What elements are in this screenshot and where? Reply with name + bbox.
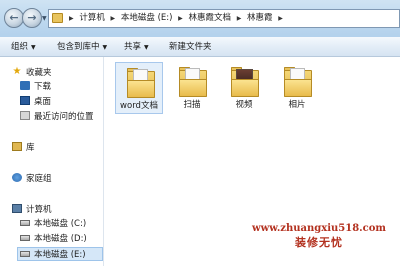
nav-desktop-label: 桌面 <box>34 97 52 107</box>
organize-menu[interactable]: 组织 ▼ <box>11 37 36 57</box>
include-in-library-menu[interactable]: 包含到库中 ▼ <box>57 37 107 57</box>
breadcrumb-separator-icon[interactable]: ▶ <box>69 10 74 27</box>
watermark-brand: 装修无忧 <box>295 236 343 249</box>
breadcrumb-drive-e[interactable]: 本地磁盘 (E:) <box>121 10 173 27</box>
share-label: 共享 <box>124 42 142 52</box>
library-icon <box>12 142 22 151</box>
back-arrow-icon: ← <box>9 11 19 24</box>
nav-favorites[interactable]: ★ 收藏夹 <box>12 66 52 80</box>
folder-item-video[interactable]: 视频 <box>220 62 268 114</box>
title-address-bar: ← → ▼ ▶ 计算机 ▶ 本地磁盘 (E:) ▶ 林惠霞文档 ▶ 林惠霞 ▶ <box>0 0 400 37</box>
nav-homegroup[interactable]: 家庭组 <box>12 172 52 186</box>
folder-document-icon <box>127 68 155 98</box>
recent-pages-dropdown-icon[interactable]: ▼ <box>42 16 47 22</box>
nav-recent-places[interactable]: 最近访问的位置 <box>20 110 94 124</box>
navigation-pane: ★ 收藏夹 下载 桌面 最近访问的位置 库 家庭组 计算机 本地磁盘 (C:) 本… <box>0 57 104 266</box>
nav-downloads[interactable]: 下载 <box>20 80 51 94</box>
nav-homegroup-label: 家庭组 <box>26 174 52 184</box>
new-folder-label: 新建文件夹 <box>169 42 212 52</box>
nav-drive-d-label: 本地磁盘 (D:) <box>34 234 87 244</box>
breadcrumb-current-folder[interactable]: 林惠霞 <box>247 10 273 27</box>
folder-item-word[interactable]: word文档 <box>115 62 163 114</box>
nav-desktop[interactable]: 桌面 <box>20 95 51 109</box>
download-icon <box>20 81 30 90</box>
nav-recent-label: 最近访问的位置 <box>34 112 94 122</box>
new-folder-button[interactable]: 新建文件夹 <box>169 37 212 57</box>
breadcrumb-separator-icon[interactable]: ▶ <box>237 10 242 27</box>
breadcrumb-computer[interactable]: 计算机 <box>79 10 105 27</box>
folder-item-scan[interactable]: 扫描 <box>168 62 216 114</box>
homegroup-icon <box>12 173 22 182</box>
folder-photo-icon <box>284 67 312 97</box>
nav-drive-e[interactable]: 本地磁盘 (E:) <box>17 247 103 261</box>
computer-icon <box>12 204 22 213</box>
star-icon: ★ <box>12 65 22 77</box>
hard-drive-icon <box>20 234 30 241</box>
nav-drive-e-label: 本地磁盘 (E:) <box>34 250 86 260</box>
nav-downloads-label: 下载 <box>34 82 52 92</box>
breadcrumb-separator-icon[interactable]: ▶ <box>278 10 283 27</box>
folder-label: word文档 <box>120 101 158 111</box>
nav-computer-label: 计算机 <box>26 205 52 215</box>
desktop-icon <box>20 96 30 105</box>
folder-scan-icon <box>179 67 207 97</box>
breadcrumb-documents[interactable]: 林惠霞文档 <box>188 10 231 27</box>
folder-label: 扫描 <box>183 100 201 110</box>
back-button[interactable]: ← <box>4 8 24 28</box>
forward-button[interactable]: → <box>22 8 42 28</box>
folder-item-photos[interactable]: 相片 <box>273 62 321 114</box>
address-bar[interactable]: ▶ 计算机 ▶ 本地磁盘 (E:) ▶ 林惠霞文档 ▶ 林惠霞 ▶ <box>48 9 400 28</box>
nav-drive-c[interactable]: 本地磁盘 (C:) <box>20 217 86 231</box>
folder-video-icon <box>231 67 259 97</box>
hard-drive-icon <box>20 250 30 257</box>
forward-arrow-icon: → <box>27 11 37 24</box>
chevron-down-icon: ▼ <box>102 44 108 51</box>
hard-drive-icon <box>20 219 30 226</box>
recent-places-icon <box>20 111 30 120</box>
folder-label: 视频 <box>235 100 253 110</box>
nav-drive-d[interactable]: 本地磁盘 (D:) <box>20 232 87 246</box>
organize-label: 组织 <box>11 42 29 52</box>
command-bar: 组织 ▼ 包含到库中 ▼ 共享 ▼ 新建文件夹 <box>0 37 400 57</box>
nav-favorites-label: 收藏夹 <box>26 68 52 78</box>
breadcrumb-separator-icon[interactable]: ▶ <box>111 10 116 27</box>
chevron-down-icon: ▼ <box>31 44 36 51</box>
nav-drive-c-label: 本地磁盘 (C:) <box>34 219 87 229</box>
nav-libraries-label: 库 <box>26 143 35 153</box>
watermark: www.zhuangxiu518.com 装修无忧 <box>240 222 398 250</box>
watermark-url: www.zhuangxiu518.com <box>252 223 386 234</box>
breadcrumb-separator-icon[interactable]: ▶ <box>178 10 183 27</box>
nav-computer[interactable]: 计算机 <box>12 203 52 217</box>
include-in-library-label: 包含到库中 <box>57 42 100 52</box>
folder-icon <box>52 13 63 23</box>
nav-libraries[interactable]: 库 <box>12 141 35 155</box>
folder-label: 相片 <box>288 100 306 110</box>
breadcrumb: ▶ 计算机 ▶ 本地磁盘 (E:) ▶ 林惠霞文档 ▶ 林惠霞 ▶ <box>66 10 286 27</box>
share-menu[interactable]: 共享 ▼ <box>124 37 149 57</box>
chevron-down-icon: ▼ <box>144 44 149 51</box>
